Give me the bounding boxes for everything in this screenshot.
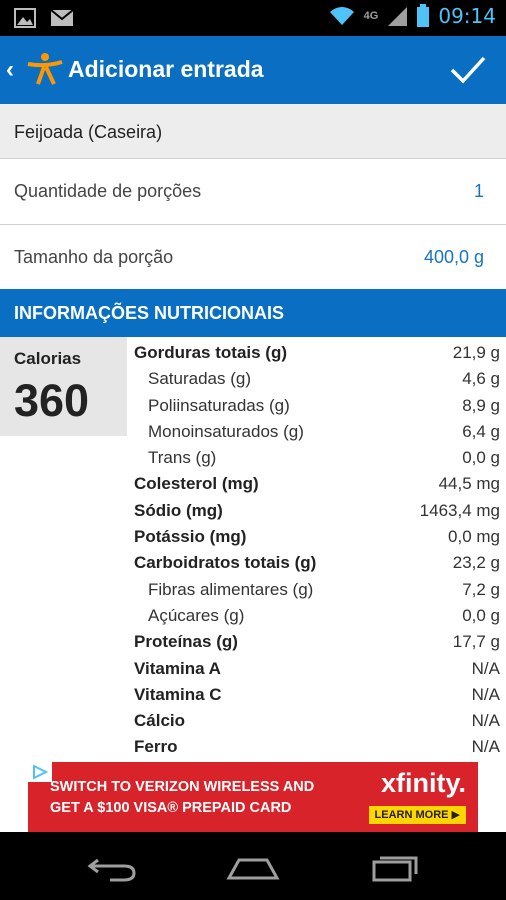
nutrient-name: Colesterol (mg) (134, 474, 259, 494)
ad-line-1: SWITCH TO VERIZON WIRELESS AND (50, 779, 315, 795)
nutrient-name: Gorduras totais (g) (134, 343, 288, 362)
nutrient-name: Monoinsaturados (g) (148, 421, 304, 441)
nutrient-row: Monoinsaturados (g) 6,4 g (134, 418, 500, 444)
serving-size-row[interactable]: Tamanho da porção 400,0 g (0, 225, 506, 291)
nutrient-name: Carboidratos totais (g) (134, 553, 317, 573)
app-logo-icon[interactable] (26, 50, 64, 88)
navigation-bar (0, 832, 506, 900)
nutrient-row: Vitamina C N/A (134, 681, 500, 707)
nutrient-value: 8,9 g (462, 395, 500, 415)
servings-value[interactable]: 1 (474, 181, 484, 202)
nutrient-value: N/A (471, 711, 500, 731)
network-type-label: 4G (363, 10, 379, 22)
nutrient-name: Saturadas (g) (148, 369, 251, 389)
nutrient-row: Carboidratos totais (g) 23,2 g (134, 549, 500, 575)
confirm-check-icon[interactable] (448, 50, 488, 90)
nutrition-header-label: INFORMAÇÕES NUTRICIONAIS (14, 303, 284, 323)
nutrient-row: Vitamina A N/A (134, 655, 500, 681)
nutrient-row: Colesterol (mg) 44,5 mg (134, 470, 500, 496)
battery-icon (417, 4, 430, 27)
nutrient-row: Saturadas (g) 4,6 g (134, 365, 500, 391)
nutrient-row: Cálcio N/A (134, 707, 500, 733)
servings-row[interactable]: Quantidade de porções 1 (0, 159, 506, 225)
nutrient-value: N/A (471, 737, 500, 757)
nutrient-row: Açúcares (g) 0,0 g (134, 602, 500, 628)
serving-size-value[interactable]: 400,0 g (424, 247, 484, 268)
nutrient-value: 7,2 g (462, 579, 500, 599)
ad-choices-icon[interactable] (28, 762, 52, 782)
recent-apps-icon[interactable] (368, 852, 424, 884)
ad-brand-logo: xfinity. (380, 768, 466, 798)
ad-line-2: GET A $100 VISA® PREPAID CARD (50, 800, 292, 816)
page-title: Adicionar entrada (68, 56, 264, 82)
nutrient-name: Fibras alimentares (g) (148, 579, 314, 599)
nutrient-name: Açúcares (g) (148, 605, 245, 625)
ad-learn-more-button[interactable]: LEARN MORE ▶ (368, 806, 466, 824)
wifi-icon (329, 7, 354, 25)
nutrient-row: Proteínas (g) 17,7 g (134, 628, 500, 654)
nutrient-row: Fibras alimentares (g) 7,2 g (134, 576, 500, 602)
nutrient-row: Trans (g) 0,0 g (134, 444, 500, 470)
gmail-icon (50, 9, 74, 26)
nutrient-name: Vitamina A (134, 658, 221, 678)
home-icon[interactable] (225, 852, 281, 884)
back-icon[interactable] (84, 852, 140, 884)
nutrient-value: 0,0 g (462, 605, 500, 625)
app-bar: ‹ Adicionar entrada (0, 36, 506, 104)
nutrient-value: 17,7 g (452, 632, 500, 652)
back-arrow-icon[interactable]: ‹ (6, 56, 14, 84)
nutrient-name: Potássio (mg) (134, 527, 247, 547)
calories-box: Calorias 360 (0, 337, 127, 436)
image-icon (14, 8, 36, 28)
nutrient-row: Gorduras totais (g) 21,9 g (134, 339, 500, 365)
nutrient-row: Sódio (mg) 1463,4 mg (134, 497, 500, 523)
nutrient-value: 4,6 g (462, 369, 500, 389)
nutrient-name: Proteínas (g) (134, 632, 238, 652)
nutrient-list: Gorduras totais (g) 21,9 g Saturadas (g) 4,… (134, 339, 500, 760)
calories-value: 360 (14, 375, 90, 426)
status-bar: 4G 09:14 (0, 0, 506, 36)
nutrient-name: Ferro (134, 737, 178, 757)
nutrient-row: Potássio (mg) 0,0 mg (134, 523, 500, 549)
calories-label: Calorias (14, 349, 82, 368)
nutrient-value: 0,0 g (462, 448, 500, 468)
nutrient-row: Ferro N/A (134, 733, 500, 759)
serving-size-label: Tamanho da porção (14, 247, 174, 267)
nutrient-value: N/A (471, 658, 500, 678)
nutrient-value: 6,4 g (462, 421, 500, 441)
nutrition-header: INFORMAÇÕES NUTRICIONAIS (0, 289, 506, 337)
nutrient-name: Poliinsaturadas (g) (148, 395, 290, 415)
nutrient-value: 21,9 g (452, 343, 500, 362)
nutrient-value: 23,2 g (452, 553, 500, 573)
food-name: Feijoada (Caseira) (14, 122, 163, 142)
food-name-row: Feijoada (Caseira) (0, 104, 506, 159)
status-time: 09:14 (438, 4, 496, 28)
nutrient-name: Sódio (mg) (134, 500, 223, 520)
nutrient-value: 1463,4 mg (419, 500, 500, 520)
nutrient-name: Trans (g) (148, 448, 217, 468)
nutrient-value: 44,5 mg (438, 474, 500, 494)
nutrient-value: 0,0 mg (448, 527, 500, 547)
nutrient-value: N/A (471, 684, 500, 704)
signal-icon (388, 7, 408, 26)
ad-banner[interactable]: SWITCH TO VERIZON WIRELESS AND GET A $10… (28, 762, 478, 832)
nutrient-name: Cálcio (134, 711, 186, 731)
nutrient-name: Vitamina C (134, 684, 222, 704)
servings-label: Quantidade de porções (14, 181, 202, 201)
nutrient-row: Poliinsaturadas (g) 8,9 g (134, 392, 500, 418)
